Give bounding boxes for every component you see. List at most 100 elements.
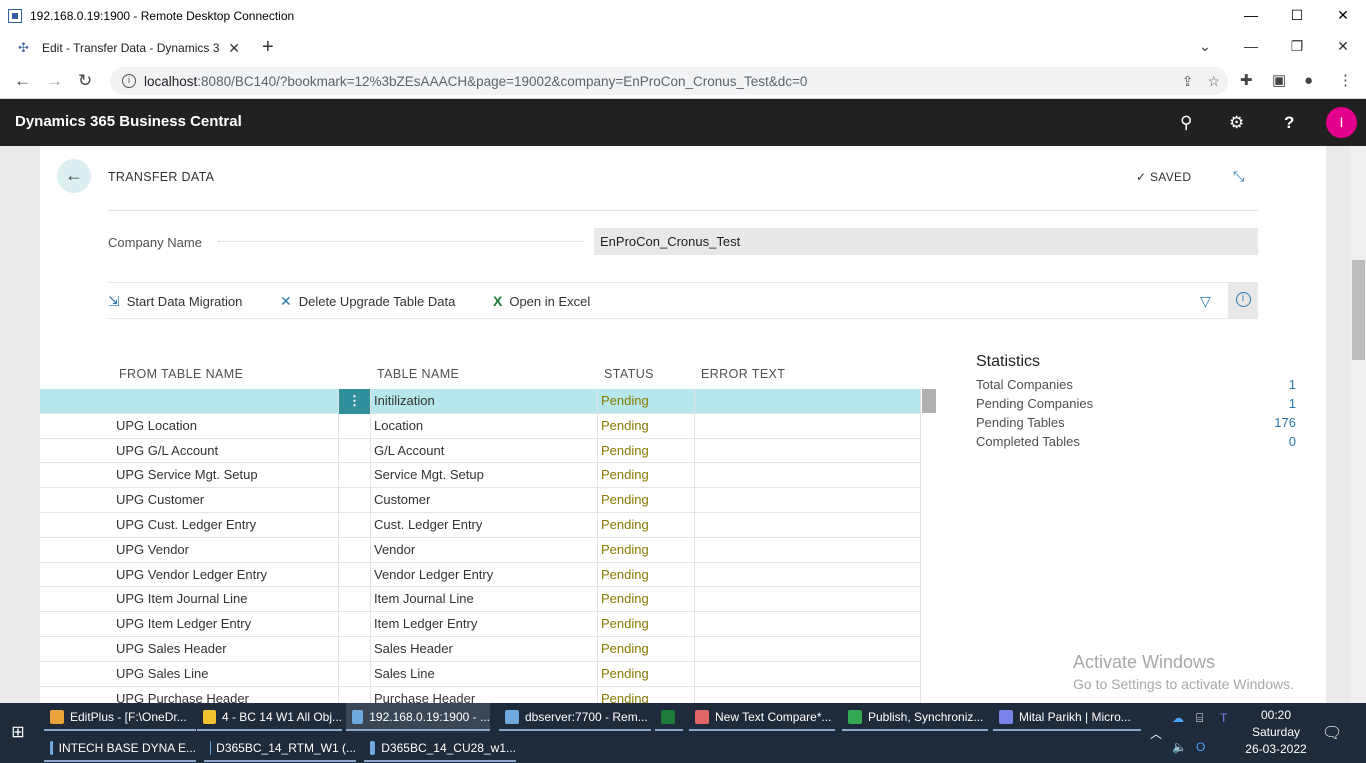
col-header-error-text[interactable]: ERROR TEXT (701, 367, 785, 381)
browser-tab[interactable]: ✣ Edit - Transfer Data - Dynamics 3 ✕ (8, 33, 248, 63)
from-table-name-cell[interactable]: UPG Service Mgt. Setup (113, 463, 339, 489)
table-name-cell[interactable]: Cust. Ledger Entry (371, 512, 598, 538)
table-row[interactable]: UPG Sales Line Sales Line Pending (40, 661, 921, 687)
taskbar-item[interactable] (655, 703, 683, 731)
back-arrow-icon[interactable]: ← (14, 63, 31, 99)
from-table-name-cell[interactable]: UPG G/L Account (113, 438, 339, 464)
table-name-cell[interactable]: Sales Header (371, 636, 598, 662)
rdp-maximize-button[interactable]: ☐ (1274, 0, 1320, 31)
search-icon[interactable]: ⚲ (1180, 99, 1192, 146)
browser-menu-icon[interactable]: ⋮ (1338, 63, 1353, 99)
row-menu-cell[interactable] (339, 512, 371, 538)
tab-close-icon[interactable]: ✕ (228, 40, 240, 57)
row-menu-cell[interactable] (339, 636, 371, 662)
rdp-close-button[interactable]: ✕ (1320, 0, 1366, 31)
row-menu-cell[interactable] (339, 438, 371, 464)
table-row[interactable]: UPG Vendor Ledger Entry Vendor Ledger Ent… (40, 562, 921, 588)
from-table-name-cell[interactable]: UPG Sales Header (113, 636, 339, 662)
browser-close-button[interactable]: ✕ (1320, 31, 1366, 61)
error-text-cell[interactable] (695, 463, 921, 489)
status-cell[interactable]: Pending (598, 612, 695, 637)
from-table-name-cell[interactable]: UPG Item Journal Line (113, 587, 339, 613)
teams-tray-icon[interactable]: T (1220, 711, 1227, 725)
bookmark-star-icon[interactable]: ☆ (1207, 73, 1220, 90)
error-text-cell[interactable] (695, 413, 921, 439)
from-table-name-cell[interactable]: UPG Sales Line (113, 661, 339, 687)
error-text-cell[interactable] (695, 512, 921, 538)
clock[interactable]: 00:20 Saturday 26-03-2022 (1236, 707, 1316, 758)
tab-search-icon[interactable]: ⌄ (1182, 31, 1228, 61)
page-scrollbar[interactable] (1351, 146, 1366, 703)
status-cell[interactable]: Pending (598, 488, 695, 513)
network-icon[interactable]: ⌸ (1196, 711, 1203, 726)
taskbar-item[interactable]: dbserver:7700 - Rem... (499, 703, 651, 731)
taskbar-item[interactable]: 4 - BC 14 W1 All Obj... (197, 703, 342, 731)
error-text-cell[interactable] (695, 587, 921, 613)
delete-upgrade-table-data-button[interactable]: ✕ Delete Upgrade Table Data (280, 293, 455, 310)
col-header-table-name[interactable]: TABLE NAME (377, 367, 459, 381)
side-panel-icon[interactable]: ▣ (1272, 63, 1286, 99)
table-name-cell[interactable]: Sales Line (371, 661, 598, 687)
share-icon[interactable]: ⇪ (1182, 73, 1194, 90)
error-text-cell[interactable] (695, 537, 921, 563)
table-name-cell[interactable]: Initilization (371, 389, 598, 414)
status-cell[interactable]: Pending (598, 512, 695, 538)
statistics-value[interactable]: 1 (1289, 396, 1296, 415)
taskbar-item[interactable]: New Text Compare*... (689, 703, 835, 731)
status-cell[interactable]: Pending (598, 438, 695, 464)
row-menu-cell[interactable] (339, 562, 371, 588)
volume-icon[interactable]: 🔈 (1172, 740, 1187, 754)
row-menu-cell[interactable] (339, 488, 371, 513)
status-cell[interactable]: Pending (598, 537, 695, 563)
status-cell[interactable]: Pending (598, 661, 695, 687)
table-name-cell[interactable]: Vendor Ledger Entry (371, 562, 598, 588)
table-name-cell[interactable]: Vendor (371, 537, 598, 563)
status-cell[interactable]: Pending (598, 463, 695, 489)
table-name-cell[interactable]: Item Ledger Entry (371, 612, 598, 637)
help-icon[interactable]: ? (1284, 99, 1294, 146)
grid-scrollbar[interactable] (922, 389, 936, 413)
statistics-value[interactable]: 1 (1289, 377, 1296, 396)
status-cell[interactable]: Pending (598, 413, 695, 439)
site-info-icon[interactable]: i (122, 74, 136, 88)
statistics-value[interactable]: 0 (1289, 434, 1296, 453)
table-row[interactable]: UPG G/L Account G/L Account Pending (40, 438, 921, 464)
table-name-cell[interactable]: Item Journal Line (371, 587, 598, 613)
outlook-tray-icon[interactable]: O (1196, 740, 1205, 754)
table-name-cell[interactable]: Location (371, 413, 598, 439)
onedrive-icon[interactable]: ☁ (1172, 711, 1184, 725)
taskbar-item[interactable]: 192.168.0.19:1900 - ... (346, 703, 490, 731)
new-tab-button[interactable]: + (262, 33, 274, 61)
from-table-name-cell[interactable] (113, 389, 339, 414)
table-row[interactable]: UPG Cust. Ledger Entry Cust. Ledger Entry… (40, 512, 921, 538)
table-row[interactable]: UPG Customer Customer Pending (40, 488, 921, 513)
status-cell[interactable]: Pending (598, 389, 695, 414)
taskbar-item[interactable]: Publish, Synchroniz... (842, 703, 988, 731)
company-name-field[interactable]: EnProCon_Cronus_Test (594, 228, 1258, 255)
error-text-cell[interactable] (695, 438, 921, 464)
back-button[interactable]: ← (57, 159, 91, 193)
extensions-puzzle-icon[interactable]: ✚ (1240, 63, 1253, 99)
forward-arrow-icon[interactable]: → (46, 63, 63, 99)
table-name-cell[interactable]: Service Mgt. Setup (371, 463, 598, 489)
table-row[interactable]: UPG Item Journal Line Item Journal Line Pe… (40, 587, 921, 613)
url-input[interactable]: i localhost :8080/BC140/?bookmark=12%3bZ… (110, 67, 1228, 95)
taskbar-item[interactable]: D365BC_14_CU28_w1... (364, 734, 516, 762)
taskbar-item[interactable]: D365BC_14_RTM_W1 (... (204, 734, 356, 762)
from-table-name-cell[interactable]: UPG Location (113, 413, 339, 439)
reload-icon[interactable]: ↻ (78, 63, 92, 99)
row-menu-cell[interactable] (339, 413, 371, 439)
gear-icon[interactable]: ⚙ (1229, 99, 1244, 146)
from-table-name-cell[interactable]: UPG Vendor (113, 537, 339, 563)
avatar[interactable]: I (1326, 107, 1357, 138)
table-row[interactable]: UPG Location Location Pending (40, 413, 921, 439)
table-row[interactable]: ⋮ Initilization Pending (40, 389, 921, 414)
col-header-from-table-name[interactable]: FROM TABLE NAME (119, 367, 243, 381)
from-table-name-cell[interactable]: UPG Customer (113, 488, 339, 513)
browser-restore-button[interactable]: ❐ (1274, 31, 1320, 61)
rdp-minimize-button[interactable]: — (1228, 0, 1274, 31)
table-row[interactable]: UPG Sales Header Sales Header Pending (40, 636, 921, 662)
error-text-cell[interactable] (695, 636, 921, 662)
table-row[interactable]: UPG Vendor Vendor Pending (40, 537, 921, 563)
windows-start-icon[interactable]: ⊞ (0, 703, 36, 763)
